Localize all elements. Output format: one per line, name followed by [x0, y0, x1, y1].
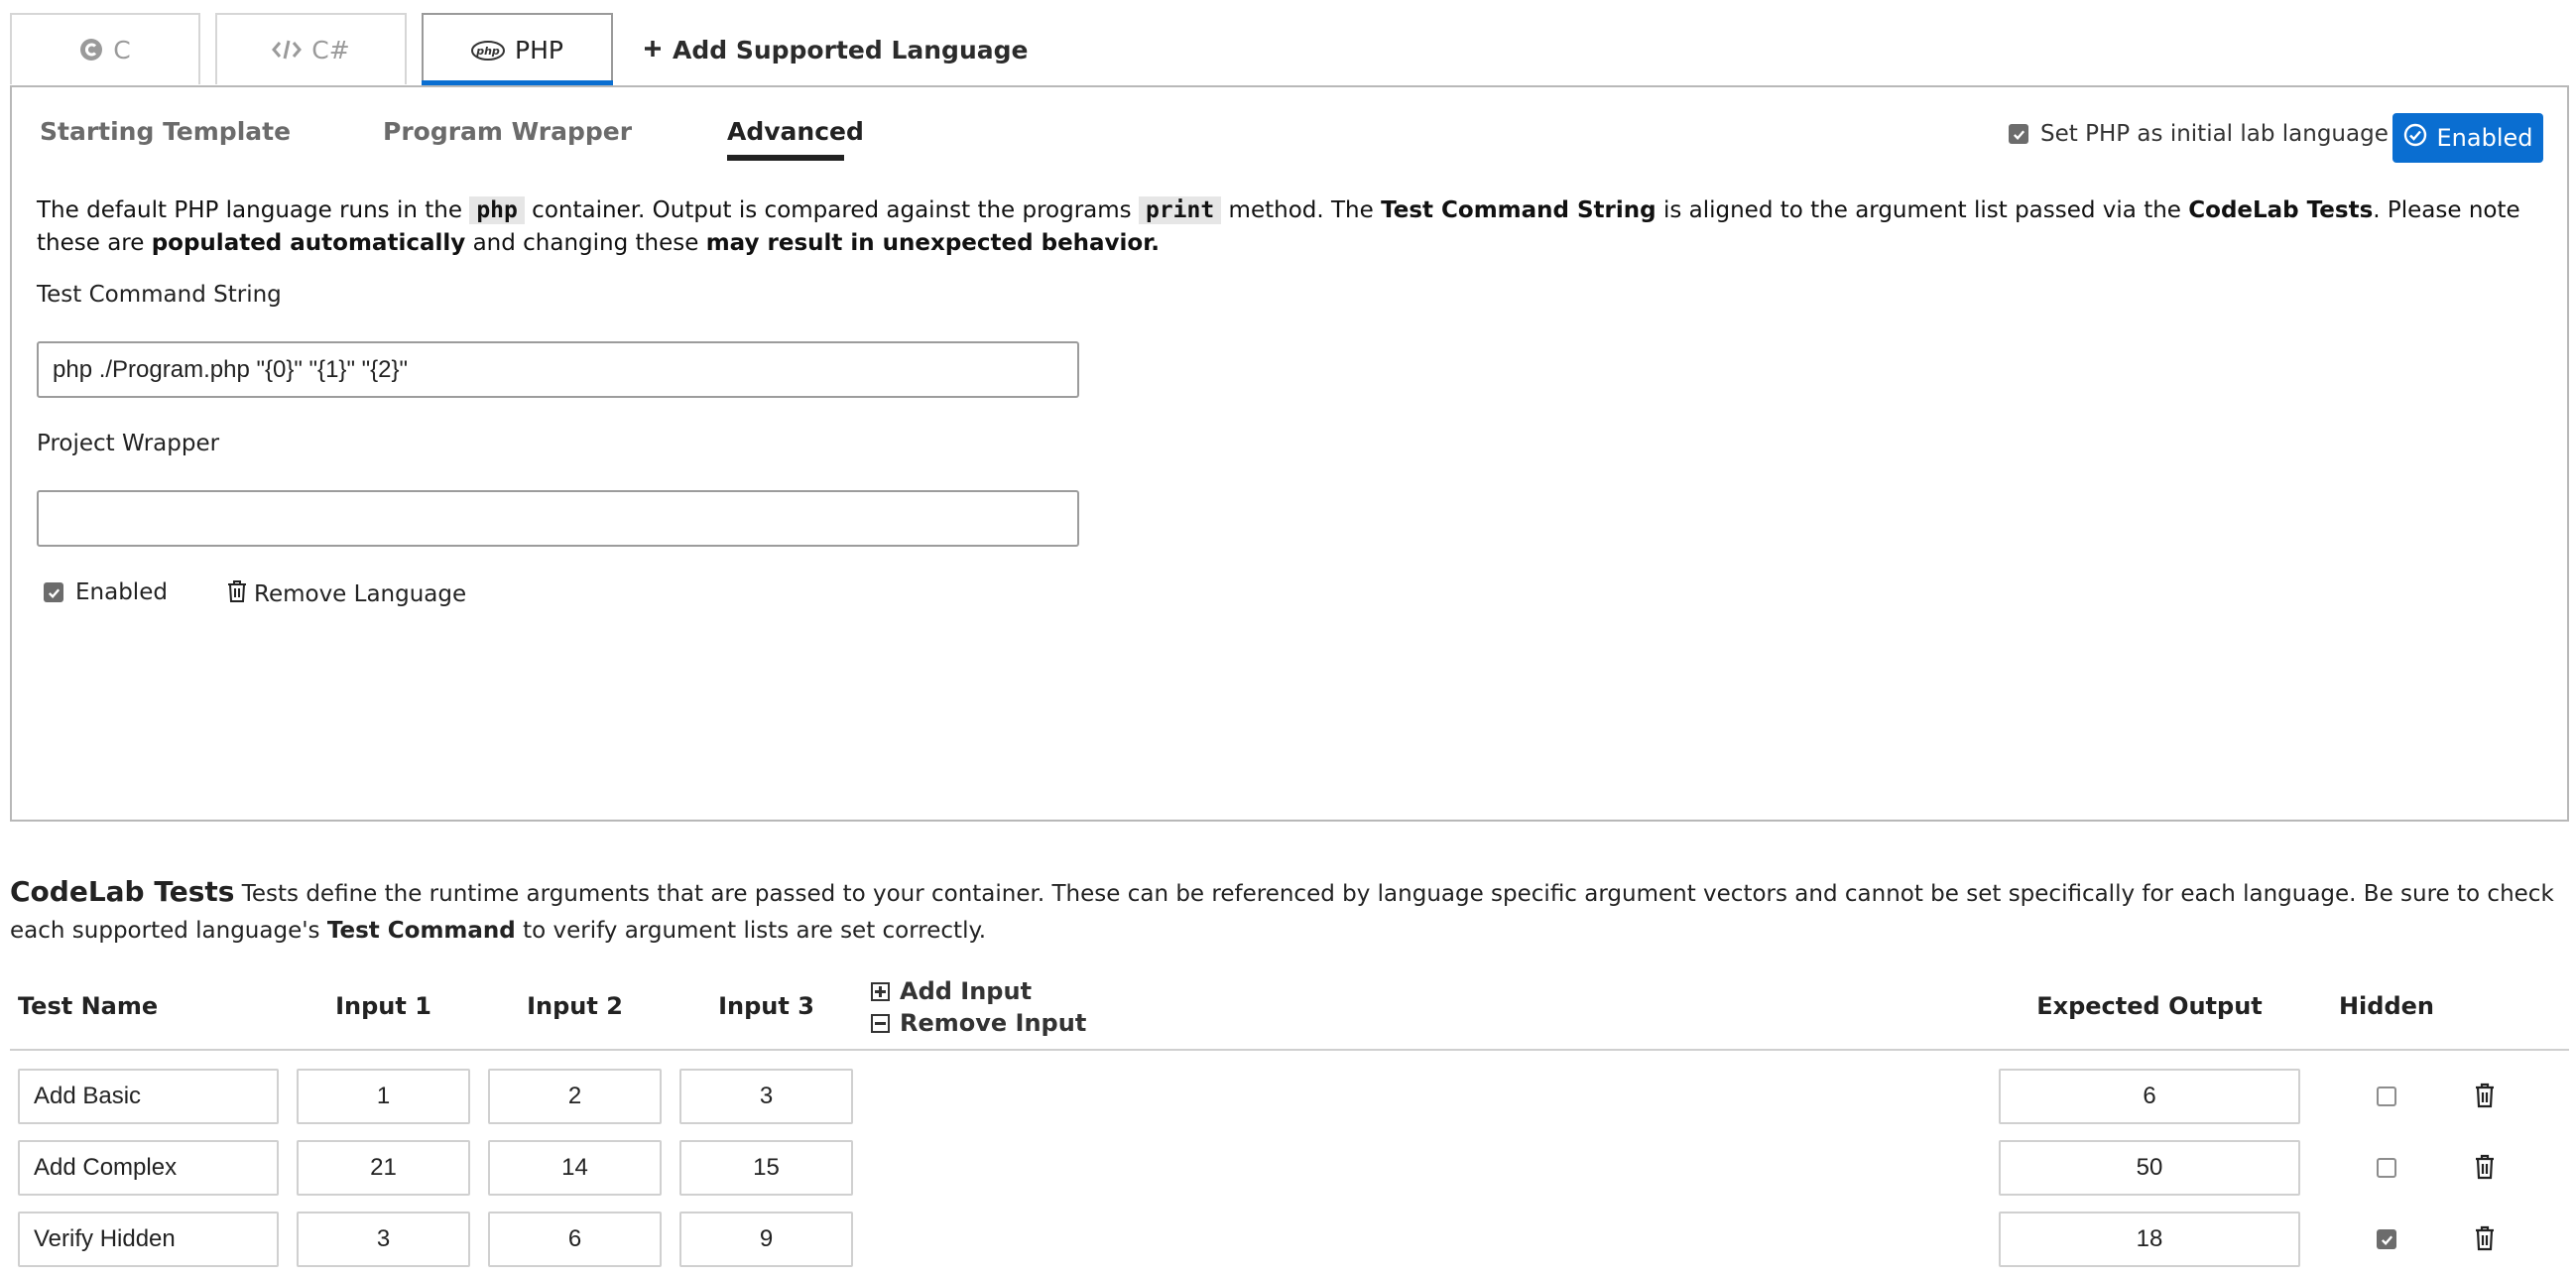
trash-icon — [226, 579, 248, 609]
project-wrapper-label: Project Wrapper — [37, 431, 220, 456]
advanced-description: The default PHP language runs in the php… — [37, 196, 2520, 256]
php-logo-icon: php — [471, 40, 506, 61]
enabled-button-label: Enabled — [2436, 124, 2533, 152]
hidden-checkbox[interactable] — [2377, 1229, 2396, 1249]
add-language-button[interactable]: Add Supported Language — [643, 28, 1028, 71]
expected-output-field[interactable]: 50 — [1999, 1140, 2300, 1196]
tab-language-csharp[interactable]: C# — [215, 13, 407, 84]
remove-language-label: Remove Language — [254, 581, 467, 607]
initial-language-label: Set PHP as initial lab language — [2040, 121, 2389, 147]
col-header-hidden: Hidden — [2338, 992, 2435, 1020]
col-header-expected-output: Expected Output — [2036, 992, 2263, 1020]
input-1-field[interactable]: 3 — [297, 1212, 470, 1267]
subtab-advanced[interactable]: Advanced — [727, 117, 864, 146]
input-3-field[interactable]: 3 — [679, 1069, 853, 1124]
code-icon — [272, 38, 303, 62]
test-name-input[interactable]: Verify Hidden — [18, 1212, 279, 1267]
expected-output-field[interactable]: 6 — [1999, 1069, 2300, 1124]
col-header-input-1: Input 1 — [335, 992, 431, 1020]
plus-square-icon — [871, 981, 890, 1001]
codelab-description: CodeLab Tests Tests define the runtime a… — [10, 875, 2554, 944]
add-input-button[interactable]: Add Input — [871, 977, 1032, 1005]
input-3-field[interactable]: 15 — [679, 1140, 853, 1196]
delete-test-icon[interactable] — [2474, 1225, 2496, 1255]
tab-language-c[interactable]: C — [10, 13, 200, 84]
c-logo-icon — [79, 38, 103, 62]
inline-code: php — [469, 196, 525, 224]
test-name-input[interactable]: Add Complex — [18, 1140, 279, 1196]
enabled-button[interactable]: Enabled — [2392, 113, 2543, 163]
test-name-input[interactable]: Add Basic — [18, 1069, 279, 1124]
remove-input-button[interactable]: Remove Input — [871, 1009, 1086, 1037]
plus-icon — [643, 36, 663, 64]
table-row: Verify Hidden 3 6 9 18 — [0, 1212, 2576, 1269]
codelab-title: CodeLab Tests — [10, 875, 235, 908]
table-row: Add Complex 21 14 15 50 — [0, 1140, 2576, 1198]
delete-test-icon[interactable] — [2474, 1083, 2496, 1112]
inline-code: print — [1138, 196, 1222, 224]
input-2-field[interactable]: 14 — [488, 1140, 662, 1196]
project-wrapper-input[interactable] — [37, 490, 1079, 547]
delete-test-icon[interactable] — [2474, 1154, 2496, 1184]
active-subtab-indicator — [727, 155, 844, 161]
check-circle-icon — [2403, 123, 2427, 153]
tab-label: C# — [311, 35, 350, 64]
initial-language-checkbox[interactable] — [2009, 124, 2028, 144]
hidden-checkbox[interactable] — [2377, 1158, 2396, 1178]
table-row: Add Basic 1 2 3 6 — [0, 1069, 2576, 1126]
minus-square-icon — [871, 1013, 890, 1033]
add-language-label: Add Supported Language — [673, 35, 1029, 64]
test-command-label: Test Command String — [37, 282, 282, 308]
language-enabled-option[interactable]: Enabled — [44, 579, 168, 605]
language-enabled-label: Enabled — [75, 579, 168, 605]
col-header-input-2: Input 2 — [527, 992, 623, 1020]
input-2-field[interactable]: 6 — [488, 1212, 662, 1267]
input-1-field[interactable]: 1 — [297, 1069, 470, 1124]
table-header-divider — [10, 1049, 2569, 1051]
expected-output-field[interactable]: 18 — [1999, 1212, 2300, 1267]
svg-text:php: php — [475, 45, 500, 58]
remove-language-button[interactable]: Remove Language — [226, 579, 466, 609]
input-1-field[interactable]: 21 — [297, 1140, 470, 1196]
test-command-input[interactable] — [37, 341, 1079, 398]
initial-language-option[interactable]: Set PHP as initial lab language — [2009, 121, 2389, 147]
tab-language-php[interactable]: php PHP — [422, 13, 613, 86]
col-header-test-name: Test Name — [18, 992, 159, 1020]
subtab-starting-template[interactable]: Starting Template — [40, 117, 291, 146]
tab-label: PHP — [515, 36, 563, 64]
language-enabled-checkbox[interactable] — [44, 582, 63, 602]
tab-label: C — [113, 35, 131, 64]
col-header-input-3: Input 3 — [718, 992, 814, 1020]
hidden-checkbox[interactable] — [2377, 1086, 2396, 1106]
input-3-field[interactable]: 9 — [679, 1212, 853, 1267]
subtab-program-wrapper[interactable]: Program Wrapper — [383, 117, 632, 146]
input-2-field[interactable]: 2 — [488, 1069, 662, 1124]
